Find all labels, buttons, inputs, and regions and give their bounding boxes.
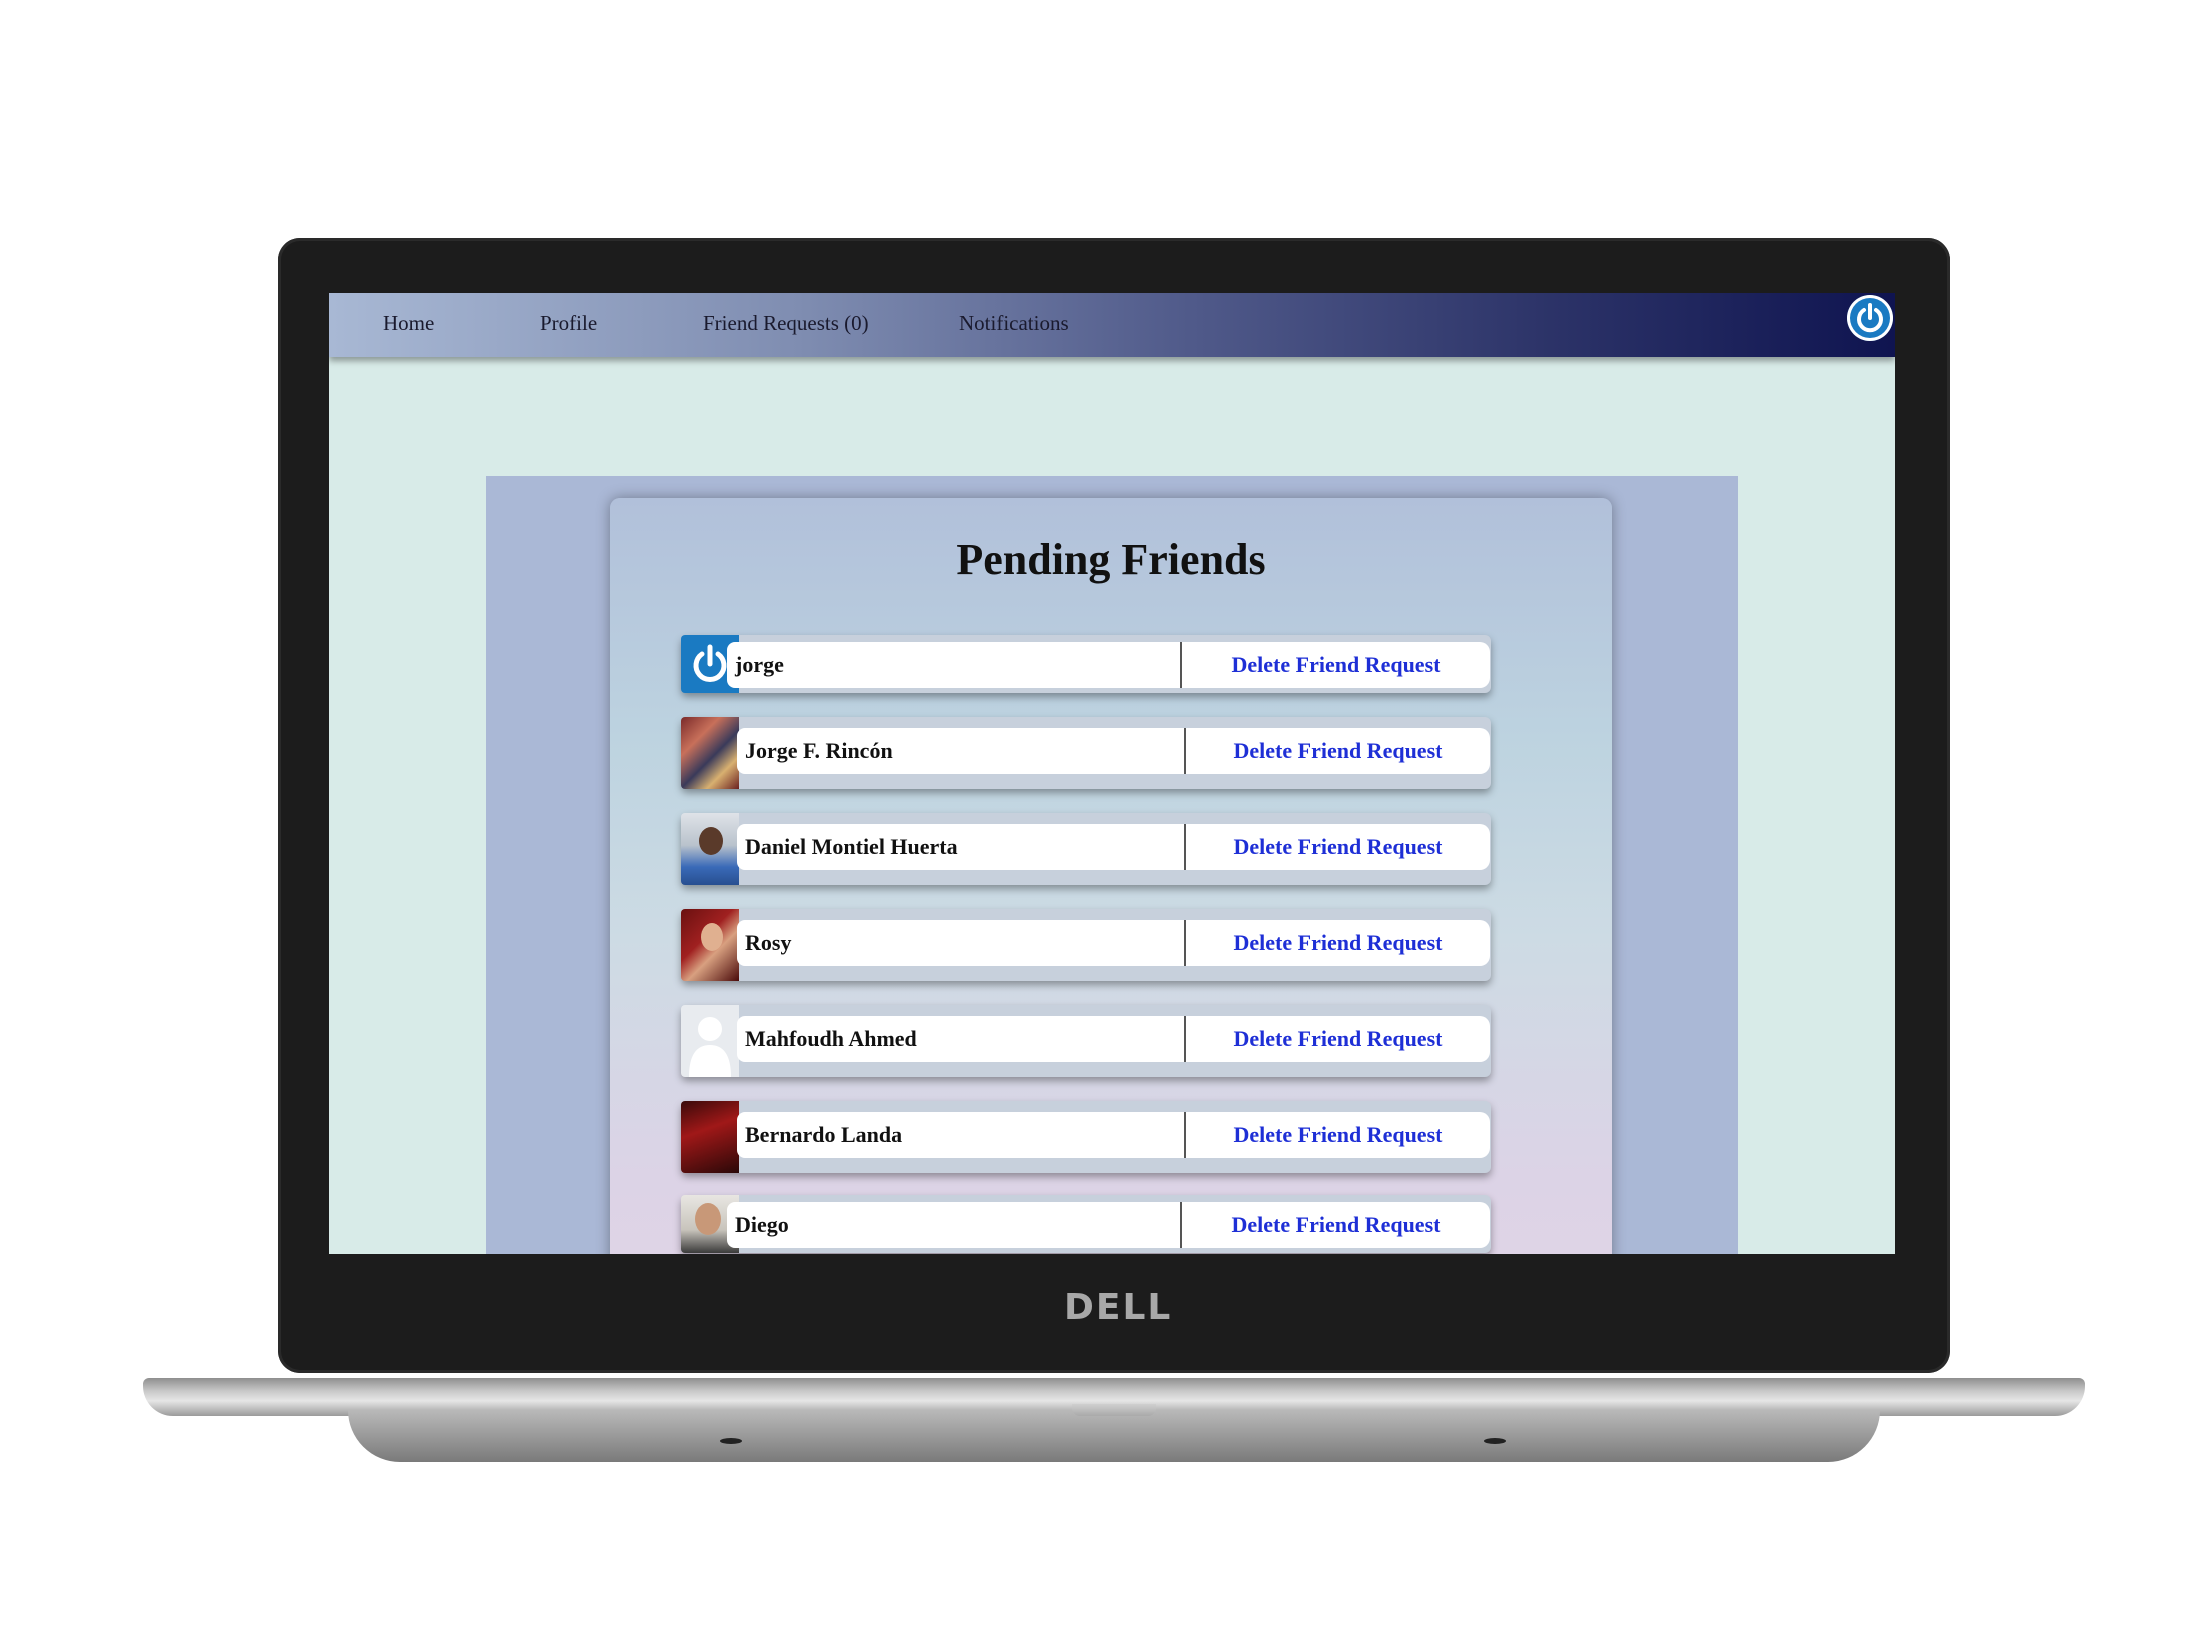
friend-name-cell: jorge [727,642,1181,688]
page-title: Pending Friends [956,535,1266,584]
delete-friend-request-link[interactable]: Delete Friend Request [1182,652,1490,678]
friend-name: Bernardo Landa [745,1122,903,1147]
friend-name: jorge [735,652,784,677]
friend-name: Rosy [745,930,792,955]
delete-friend-request-link[interactable]: Delete Friend Request [1186,1026,1490,1052]
pending-friends-card: Pending Friends jorge Delete Friend Requ… [610,498,1612,1254]
friend-row: Daniel Montiel Huerta Delete Friend Requ… [681,813,1491,885]
action-cell: Delete Friend Request [1184,1016,1490,1062]
friend-name: Mahfoudh Ahmed [745,1026,917,1051]
avatar-face [695,1203,721,1235]
delete-friend-request-link[interactable]: Delete Friend Request [1186,930,1490,956]
nav-friend-requests[interactable]: Friend Requests (0) [703,311,869,336]
friend-name-cell: Rosy [737,920,1185,966]
action-cell: Delete Friend Request [1184,920,1490,966]
delete-friend-request-link[interactable]: Delete Friend Request [1186,834,1490,860]
laptop-foot [720,1438,742,1444]
friend-name: Diego [735,1212,789,1237]
friend-name-cell: Mahfoudh Ahmed [737,1016,1185,1062]
action-cell: Delete Friend Request [1180,1202,1490,1248]
power-icon [1857,303,1883,333]
nav-home[interactable]: Home [383,311,434,336]
avatar [681,813,739,885]
avatar [681,1005,739,1077]
friend-name-cell: Daniel Montiel Huerta [737,824,1185,870]
screen: Home Profile Friend Requests (0) Notific… [329,293,1895,1254]
friend-name: Daniel Montiel Huerta [745,834,958,859]
friend-name-cell: Jorge F. Rincón [737,728,1185,774]
avatar [681,1101,739,1173]
brand-logo: DELL [1064,1287,1173,1328]
nav-profile[interactable]: Profile [540,311,597,336]
friend-name-cell: Diego [727,1202,1181,1248]
friend-row: jorge Delete Friend Request [681,635,1491,693]
nav-notifications[interactable]: Notifications [959,311,1069,336]
friend-row: Mahfoudh Ahmed Delete Friend Request [681,1005,1491,1077]
avatar-face [699,827,723,855]
delete-friend-request-link[interactable]: Delete Friend Request [1182,1212,1490,1238]
laptop-notch [1072,1404,1156,1416]
friend-name-cell: Bernardo Landa [737,1112,1185,1158]
delete-friend-request-link[interactable]: Delete Friend Request [1186,1122,1490,1148]
avatar-face [701,923,723,951]
avatar [681,909,739,981]
friend-row: Diego Delete Friend Request [681,1195,1491,1253]
default-avatar-icon [689,1017,731,1077]
action-cell: Delete Friend Request [1184,1112,1490,1158]
friend-row: Bernardo Landa Delete Friend Request [681,1101,1491,1173]
action-cell: Delete Friend Request [1184,824,1490,870]
action-cell: Delete Friend Request [1180,642,1490,688]
laptop-base-bottom [348,1410,1880,1462]
friend-name: Jorge F. Rincón [745,738,893,763]
logout-button[interactable] [1847,295,1893,341]
laptop-foot [1484,1438,1506,1444]
nav-bar: Home Profile Friend Requests (0) Notific… [329,293,1895,357]
avatar [681,717,739,789]
friend-row: Jorge F. Rincón Delete Friend Request [681,717,1491,789]
friend-row: Rosy Delete Friend Request [681,909,1491,981]
action-cell: Delete Friend Request [1184,728,1490,774]
delete-friend-request-link[interactable]: Delete Friend Request [1186,738,1490,764]
